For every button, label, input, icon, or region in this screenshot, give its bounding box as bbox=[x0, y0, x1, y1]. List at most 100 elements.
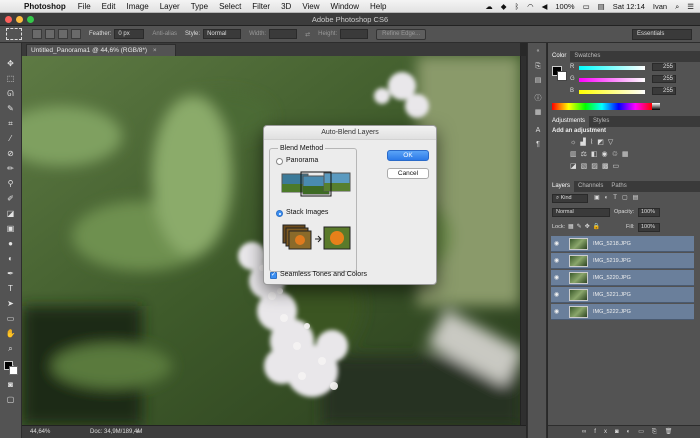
gradient-map-icon[interactable]: ▭ bbox=[613, 163, 624, 170]
pixel-filter-icon[interactable]: ▣ bbox=[594, 195, 605, 201]
menu-file[interactable]: File bbox=[78, 2, 91, 11]
shape-tool-icon[interactable]: ▭ bbox=[5, 314, 16, 323]
paragraph-panel-icon[interactable]: ¶ bbox=[533, 141, 543, 149]
color-balance-icon[interactable]: ⚖ bbox=[581, 151, 591, 158]
menu-help[interactable]: Help bbox=[370, 2, 386, 11]
type-tool-icon[interactable]: T bbox=[5, 284, 16, 293]
zoom-level[interactable]: 44,64% bbox=[30, 429, 50, 435]
panorama-label[interactable]: Panorama bbox=[286, 157, 318, 164]
battery-icon[interactable]: ▭ bbox=[583, 2, 590, 11]
green-slider[interactable] bbox=[579, 78, 645, 82]
menu-window[interactable]: Window bbox=[331, 2, 359, 11]
dropbox-icon[interactable]: ◆ bbox=[501, 2, 507, 11]
clone-stamp-tool-icon[interactable]: ⚲ bbox=[5, 179, 16, 188]
zoom-tool-icon[interactable]: ⌕ bbox=[5, 344, 16, 353]
close-tab-icon[interactable]: × bbox=[153, 47, 157, 54]
menu-layer[interactable]: Layer bbox=[160, 2, 180, 11]
menu-type[interactable]: Type bbox=[191, 2, 208, 11]
style-select[interactable]: Normal bbox=[203, 29, 242, 39]
feather-input[interactable]: 0 px bbox=[114, 29, 145, 39]
red-value[interactable]: 255 bbox=[652, 63, 676, 71]
height-input[interactable] bbox=[340, 29, 369, 39]
dodge-tool-icon[interactable]: ◐ bbox=[5, 254, 16, 263]
search-icon[interactable]: ⌕ bbox=[675, 2, 679, 12]
visibility-eye-icon[interactable]: ◉ bbox=[554, 291, 559, 298]
gradient-tool-icon[interactable]: ▣ bbox=[5, 224, 16, 233]
brush-tool-icon[interactable]: ✏ bbox=[5, 164, 16, 173]
vibrance-icon[interactable]: ▽ bbox=[608, 139, 617, 146]
color-spectrum[interactable] bbox=[552, 103, 652, 110]
menu-view[interactable]: View bbox=[302, 2, 319, 11]
smart-filter-icon[interactable]: ▤ bbox=[633, 195, 644, 201]
layer-row[interactable]: ◉ IMG_5220.JPG bbox=[551, 270, 694, 286]
brightness-icon[interactable]: ☼ bbox=[570, 139, 580, 146]
new-layer-icon[interactable]: ⎘ bbox=[652, 429, 665, 435]
layer-row[interactable]: ◉ IMG_5219.JPG bbox=[551, 253, 694, 269]
tab-layers[interactable]: Layers bbox=[548, 181, 575, 192]
app-menu[interactable]: Photoshop bbox=[24, 2, 66, 11]
lasso-tool-icon[interactable]: ᘏ bbox=[5, 89, 16, 98]
exposure-icon[interactable]: ◩ bbox=[597, 139, 608, 146]
creative-cloud-icon[interactable]: ☁ bbox=[485, 2, 493, 11]
background-color-swatch[interactable] bbox=[9, 366, 18, 375]
menu-image[interactable]: Image bbox=[126, 2, 148, 11]
workspace-select[interactable]: Essentials bbox=[632, 29, 692, 40]
pen-tool-icon[interactable]: ✒ bbox=[5, 269, 16, 278]
battery-percent[interactable]: 100% bbox=[555, 2, 574, 11]
hue-saturation-icon[interactable]: ▥ bbox=[570, 151, 581, 158]
eyedropper-tool-icon[interactable]: ⁄ bbox=[5, 134, 16, 143]
trash-icon[interactable]: 🗑 bbox=[665, 429, 681, 435]
swap-icon[interactable]: ⇄ bbox=[305, 31, 310, 38]
history-brush-tool-icon[interactable]: ✐ bbox=[5, 194, 16, 203]
seamless-tones-checkbox[interactable]: ✓ bbox=[270, 272, 277, 279]
layer-style-icon[interactable]: fx bbox=[594, 429, 615, 435]
visibility-eye-icon[interactable]: ◉ bbox=[554, 240, 559, 247]
add-selection-icon[interactable] bbox=[45, 29, 55, 39]
panorama-radio[interactable] bbox=[276, 158, 283, 165]
menu-3d[interactable]: 3D bbox=[281, 2, 291, 11]
selective-color-icon[interactable]: ▩ bbox=[602, 163, 613, 170]
lock-pixels-icon[interactable]: ✎ bbox=[577, 224, 585, 230]
tab-color[interactable]: Color bbox=[548, 51, 571, 62]
brush-panel-icon[interactable]: ▦ bbox=[533, 109, 543, 117]
visibility-eye-icon[interactable]: ◉ bbox=[554, 274, 559, 281]
adjustment-filter-icon[interactable]: ◐ bbox=[605, 195, 614, 201]
properties-panel-icon[interactable]: ▤ bbox=[533, 77, 543, 85]
blue-value[interactable]: 255 bbox=[652, 87, 676, 95]
layer-name[interactable]: IMG_5221.JPG bbox=[593, 292, 631, 298]
menu-filter[interactable]: Filter bbox=[252, 2, 270, 11]
marquee-tool-preset[interactable] bbox=[6, 28, 22, 40]
antialias-checkbox-label[interactable]: Anti-alias bbox=[152, 31, 177, 37]
width-input[interactable] bbox=[269, 29, 298, 39]
collapse-arrows-icon[interactable]: « bbox=[533, 47, 543, 55]
layer-mask-icon[interactable]: ◙ bbox=[615, 429, 627, 435]
seamless-tones-label[interactable]: Seamless Tones and Colors bbox=[280, 271, 367, 278]
tab-styles[interactable]: Styles bbox=[589, 116, 613, 127]
layer-name[interactable]: IMG_5219.JPG bbox=[593, 258, 631, 264]
clock[interactable]: Sat 12:14 bbox=[613, 2, 645, 11]
cancel-button[interactable]: Cancel bbox=[387, 168, 429, 179]
tab-adjustments[interactable]: Adjustments bbox=[548, 116, 590, 127]
menu-select[interactable]: Select bbox=[219, 2, 241, 11]
lock-transparency-icon[interactable]: ▦ bbox=[568, 224, 577, 230]
info-panel-icon[interactable]: ⓘ bbox=[533, 95, 543, 103]
tab-swatches[interactable]: Swatches bbox=[570, 51, 604, 62]
color-panel-background-swatch[interactable] bbox=[557, 71, 567, 81]
new-adjustment-icon[interactable]: ◐ bbox=[627, 429, 639, 435]
move-tool-icon[interactable]: ✥ bbox=[5, 59, 16, 68]
tab-paths[interactable]: Paths bbox=[607, 181, 630, 192]
green-value[interactable]: 255 bbox=[652, 75, 676, 83]
history-panel-icon[interactable]: ⎘ bbox=[533, 63, 543, 71]
lock-all-icon[interactable]: 🔒 bbox=[593, 224, 603, 230]
user-name[interactable]: Ivan bbox=[653, 2, 667, 11]
subtract-selection-icon[interactable] bbox=[58, 29, 68, 39]
healing-tool-icon[interactable]: ⊘ bbox=[5, 149, 16, 158]
document-size[interactable]: Doc: 34,9M/189,4M bbox=[90, 429, 142, 435]
marquee-tool-icon[interactable]: ⬚ bbox=[5, 74, 16, 83]
layer-row[interactable]: ◉ IMG_5221.JPG bbox=[551, 287, 694, 303]
layer-kind-filter[interactable]: ⌕ Kind bbox=[552, 194, 588, 203]
black-white-icon[interactable]: ◧ bbox=[591, 151, 602, 158]
document-tab[interactable]: Untitled_Panorama1 @ 44,6% (RGB/8*) × bbox=[26, 44, 176, 56]
grayscale-ramp[interactable] bbox=[652, 103, 660, 110]
screen-mode-icon[interactable]: ▢ bbox=[5, 395, 16, 404]
